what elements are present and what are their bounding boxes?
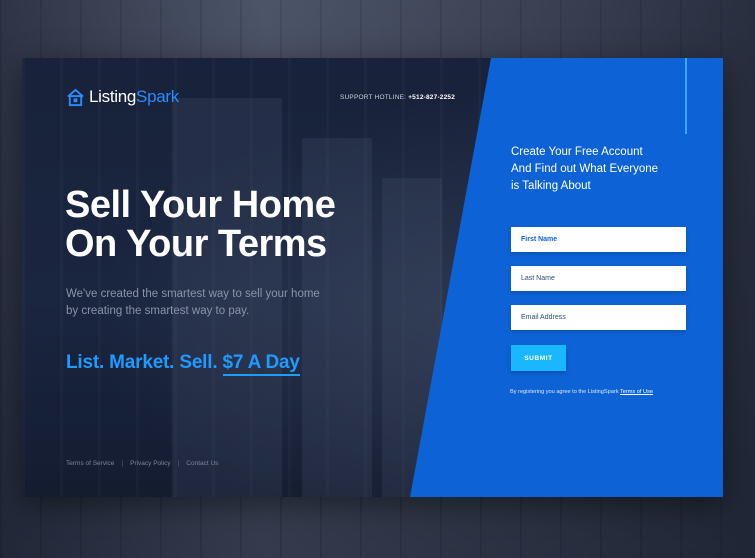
footer-links: Terms of Service | Privacy Policy | Cont… — [66, 460, 218, 467]
terms-of-use-link[interactable]: Terms of Use — [620, 389, 653, 395]
footer-link-privacy[interactable]: Privacy Policy — [130, 460, 170, 467]
panel-accent-line — [685, 58, 687, 134]
landing-page-card: ListingSpark SUPPORT HOTLINE: +512-827-2… — [22, 58, 723, 497]
tagline-price: $7 A Day — [222, 352, 300, 376]
footer-separator: | — [177, 460, 180, 467]
email-field[interactable]: Email Address — [511, 305, 686, 330]
terms-notice: By registering you agree to the ListingS… — [510, 389, 653, 395]
tagline-main: List. Market. Sell. — [66, 352, 218, 373]
footer-link-contact[interactable]: Contact Us — [186, 460, 218, 467]
support-hotline: SUPPORT HOTLINE: +512-827-2252 — [340, 94, 455, 101]
subtext-line-1: We've created the smartest way to sell y… — [66, 288, 320, 300]
headline-line-2: On Your Terms — [65, 223, 327, 265]
footer-link-terms[interactable]: Terms of Service — [66, 460, 114, 467]
last-name-field[interactable]: Last Name — [511, 266, 686, 291]
house-icon — [67, 88, 84, 106]
hotline-label: SUPPORT HOTLINE: — [340, 94, 407, 101]
hero-tagline: List. Market. Sell. $7 A Day — [66, 352, 300, 376]
signup-title-line-2: And Find out What Everyone — [511, 163, 659, 175]
hero-headline: Sell Your Home On Your Terms — [65, 186, 395, 264]
signup-title-line-1: Create Your Free Account — [511, 146, 643, 158]
hotline-number[interactable]: +512-827-2252 — [408, 94, 455, 101]
signup-title-line-3: is Talking About — [511, 180, 591, 192]
hero-subtext: We've created the smartest way to sell y… — [66, 286, 366, 320]
signup-title: Create Your Free Account And Find out Wh… — [511, 144, 701, 195]
terms-text: By registering you agree to the ListingS… — [510, 389, 619, 395]
first-name-field[interactable]: First Name — [511, 227, 686, 252]
submit-button[interactable]: SUBMIT — [511, 345, 566, 371]
brand-name: ListingSpark — [89, 87, 179, 106]
subtext-line-2: by creating the smartest way to pay. — [66, 305, 250, 317]
headline-line-1: Sell Your Home — [65, 184, 336, 226]
brand-logo[interactable]: ListingSpark — [66, 87, 179, 107]
footer-separator: | — [121, 460, 124, 467]
